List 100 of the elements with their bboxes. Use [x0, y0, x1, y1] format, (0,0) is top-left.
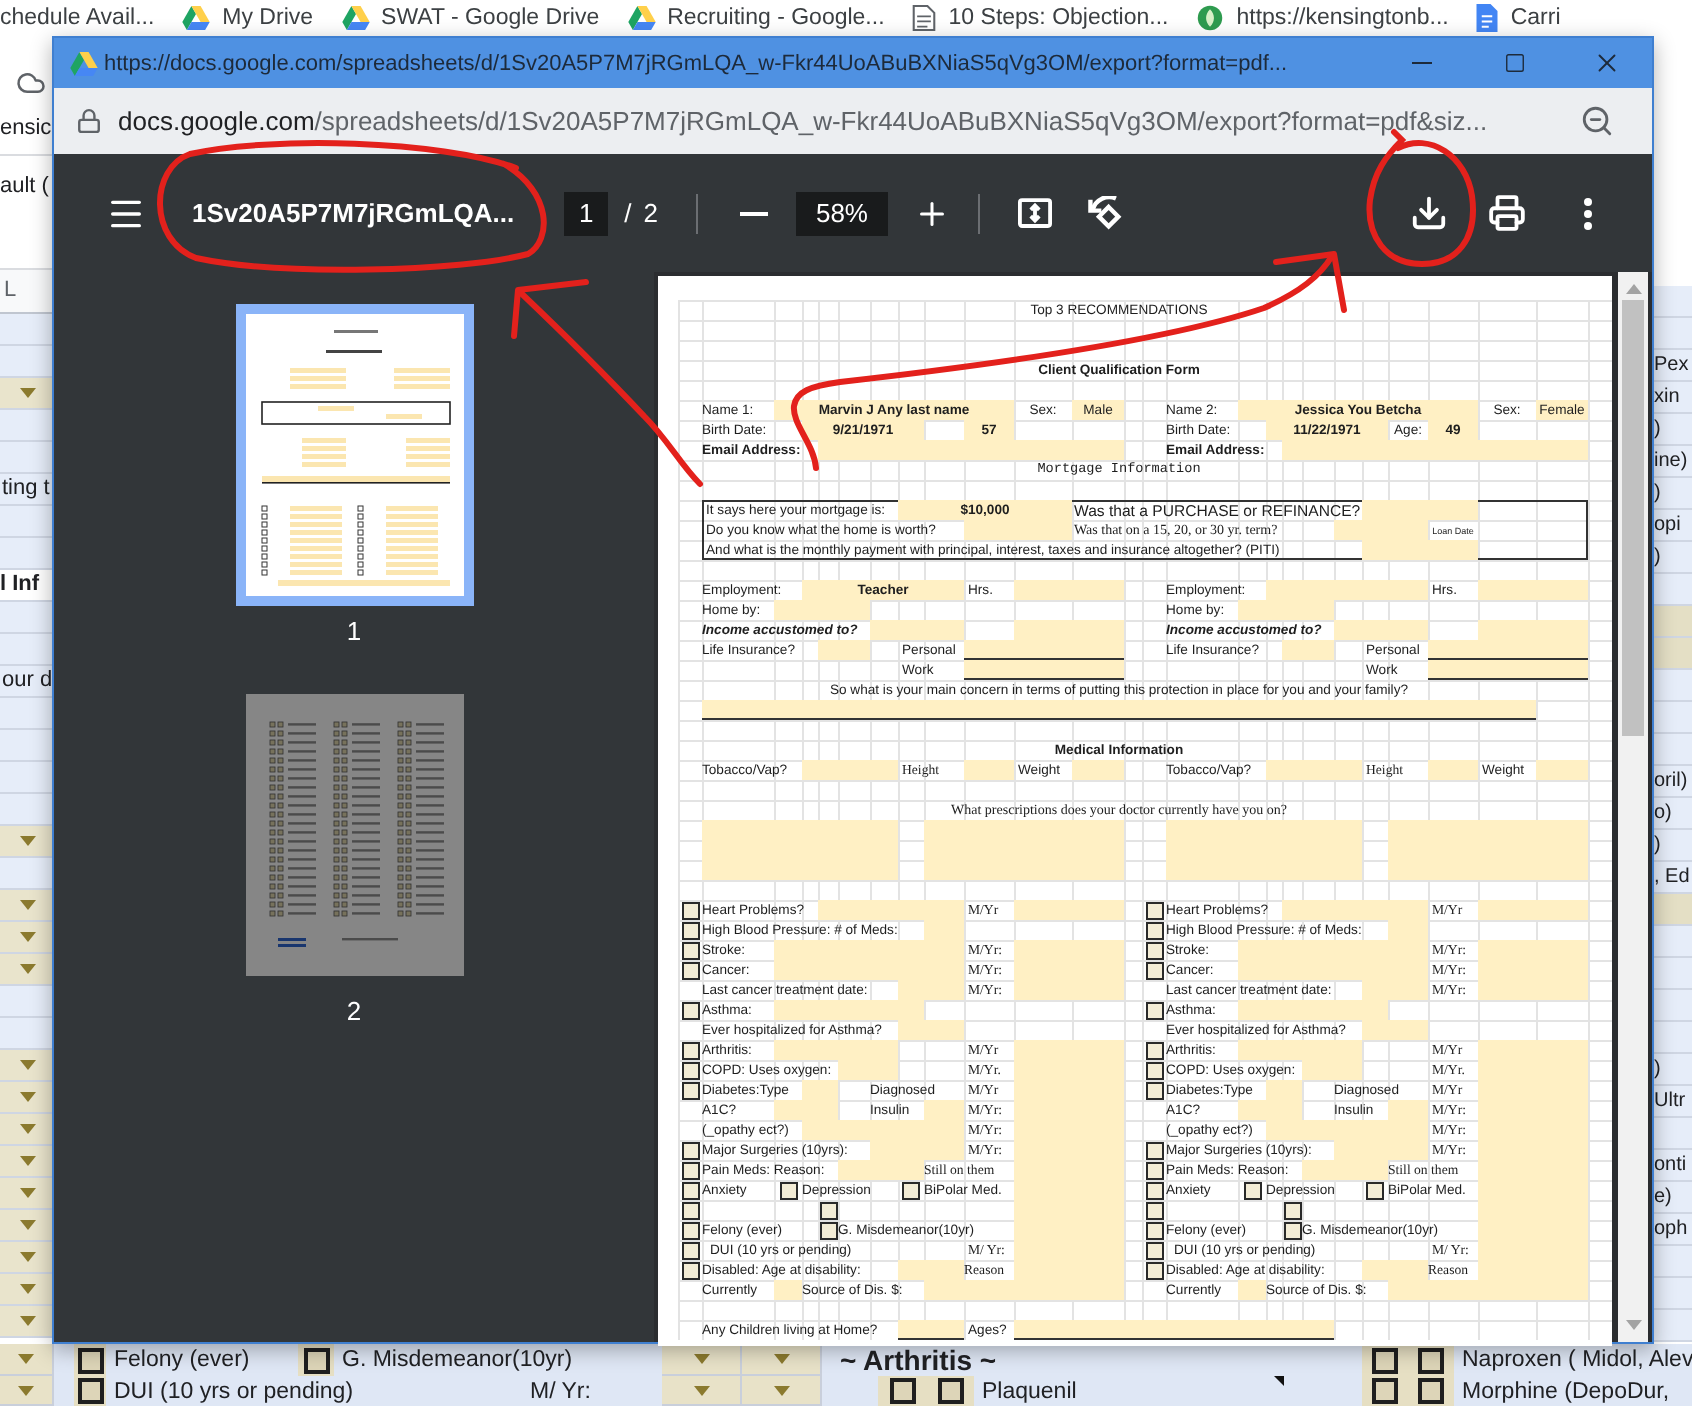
scrollbar[interactable]: [1618, 272, 1648, 1342]
dropdown-arrow-icon[interactable]: [773, 1354, 789, 1364]
dropdown-arrow-icon[interactable]: [19, 1316, 35, 1326]
sheet-cell: [1652, 990, 1692, 1022]
print-icon: [1487, 194, 1525, 232]
cell-text: M/ Yr:: [530, 1377, 591, 1405]
sheet-cell: [1652, 638, 1692, 670]
fill-in-field: [1014, 620, 1124, 640]
page-number: 1: [346, 616, 362, 648]
bookmark-item[interactable]: chedule Avail...: [0, 4, 155, 32]
maximize-icon: [1503, 52, 1525, 74]
dropdown-arrow-icon[interactable]: [19, 836, 35, 846]
comment-marker-icon: [1274, 1376, 1284, 1386]
dropdown-cell[interactable]: [0, 1376, 54, 1406]
more-icon: [1584, 197, 1592, 229]
dropdown-arrow-icon[interactable]: [19, 1156, 35, 1166]
fill-in-field: [1014, 900, 1124, 920]
dropdown-cell[interactable]: [742, 1376, 822, 1406]
bookmark-item[interactable]: Carri: [1476, 4, 1561, 32]
dropdown-arrow-icon[interactable]: [19, 900, 35, 910]
scrollbar-thumb[interactable]: [1622, 300, 1644, 736]
dropdown-cell[interactable]: [0, 1242, 54, 1274]
cloud-icon[interactable]: [16, 67, 46, 97]
dropdown-arrow-icon[interactable]: [693, 1354, 709, 1364]
dropdown-arrow-icon[interactable]: [19, 1284, 35, 1294]
fill-in-field: [1238, 600, 1334, 620]
fill-in-field: [870, 620, 964, 640]
zoom-field[interactable]: 58%: [795, 191, 888, 235]
scroll-down-icon[interactable]: [1625, 1320, 1641, 1330]
sheet-cell: [1652, 734, 1692, 766]
checkbox[interactable]: [889, 1378, 915, 1404]
column-header[interactable]: L: [0, 270, 54, 314]
page-number: 2: [346, 996, 362, 1028]
dropdown-cell[interactable]: [662, 1344, 742, 1376]
checkbox[interactable]: [1372, 1378, 1398, 1404]
scroll-up-icon[interactable]: [1625, 284, 1641, 294]
dropdown-arrow-icon[interactable]: [19, 388, 35, 398]
dropdown-arrow-icon[interactable]: [693, 1385, 709, 1395]
checkbox[interactable]: [1418, 1347, 1444, 1373]
dropdown-arrow-icon[interactable]: [18, 1354, 34, 1364]
sheet-cell: xin: [1652, 382, 1692, 414]
dropdown-cell[interactable]: [0, 1306, 54, 1338]
dropdown-arrow-icon[interactable]: [773, 1385, 789, 1395]
dropdown-cell[interactable]: [0, 1210, 54, 1242]
dropdown-cell[interactable]: [742, 1344, 822, 1376]
dropdown-arrow-icon[interactable]: [19, 964, 35, 974]
checkbox[interactable]: [1372, 1347, 1398, 1373]
fill-in-field: [802, 760, 898, 780]
bookmark-item[interactable]: Recruiting - Google...: [627, 4, 885, 32]
bookmark-item[interactable]: https://kensingtonb...: [1196, 4, 1449, 32]
sheet-cell: Pex: [1652, 350, 1692, 382]
page-number-field[interactable]: 1: [564, 191, 609, 235]
sheet-cell: ting t: [0, 474, 54, 506]
dropdown-cell[interactable]: [0, 1114, 54, 1146]
sheet-cell: [1652, 1246, 1692, 1278]
dropdown-arrow-icon[interactable]: [19, 1060, 35, 1070]
address-text: docs.google.com/spreadsheets/d/1Sv20A5P7M7jRGmLQA_w-Fkr44UoABuBXNiaS5qVg3OM/export?format=pdf&siz...: [118, 105, 1488, 137]
fill-in-field: [898, 1260, 964, 1280]
sheet-cell: [1652, 1278, 1692, 1310]
sheet-cell: [1652, 702, 1692, 734]
dropdown-arrow-icon[interactable]: [19, 1252, 35, 1262]
checkbox[interactable]: [1418, 1378, 1444, 1404]
checkbox[interactable]: [937, 1378, 963, 1404]
fill-in-field: [898, 980, 964, 1000]
dropdown-cell[interactable]: [0, 826, 54, 858]
sheet-cell: [0, 538, 54, 570]
dropdown-arrow-icon[interactable]: [18, 1385, 34, 1395]
cell-text: ault (: [0, 173, 49, 199]
dropdown-cell[interactable]: [0, 378, 54, 410]
dropdown-arrow-icon[interactable]: [19, 932, 35, 942]
rotate-icon: [1088, 196, 1123, 230]
dropdown-cell[interactable]: [0, 1146, 54, 1178]
dropdown-cell[interactable]: [0, 890, 54, 922]
dropdown-cell[interactable]: [0, 922, 54, 954]
dropdown-cell[interactable]: [0, 1274, 54, 1306]
dropdown-cell[interactable]: [0, 954, 54, 986]
bookmark-item[interactable]: My Drive: [182, 4, 314, 32]
dropdown-arrow-icon[interactable]: [19, 1188, 35, 1198]
cell-text: Plaquenil: [982, 1377, 1077, 1405]
zoom-out-icon[interactable]: [1580, 104, 1614, 138]
dropdown-arrow-icon[interactable]: [19, 1124, 35, 1134]
fill-in-field: [1014, 980, 1124, 1000]
sheet-cell: oph: [1652, 1214, 1692, 1246]
sheet-cell: ): [1652, 414, 1692, 446]
dropdown-arrow-icon[interactable]: [19, 1220, 35, 1230]
sheet-cell: Ultr: [1652, 1086, 1692, 1118]
dropdown-cell[interactable]: [0, 1344, 54, 1376]
sheet-cell: oril): [1652, 766, 1692, 798]
fill-in-field: [818, 640, 870, 660]
sheet-cell: l Inf: [0, 570, 54, 602]
bookmark-item[interactable]: 10 Steps: Objection...: [912, 4, 1169, 32]
sheet-cell: [1652, 894, 1692, 926]
dropdown-cell[interactable]: [662, 1376, 742, 1406]
dropdown-cell[interactable]: [0, 1050, 54, 1082]
sheet-cell: e): [1652, 1182, 1692, 1214]
bookmark-item[interactable]: SWAT - Google Drive: [341, 4, 600, 32]
dropdown-cell[interactable]: [0, 1178, 54, 1210]
dropdown-cell[interactable]: [0, 1082, 54, 1114]
sheet-cell: , Ed: [1652, 862, 1692, 894]
dropdown-arrow-icon[interactable]: [19, 1092, 35, 1102]
